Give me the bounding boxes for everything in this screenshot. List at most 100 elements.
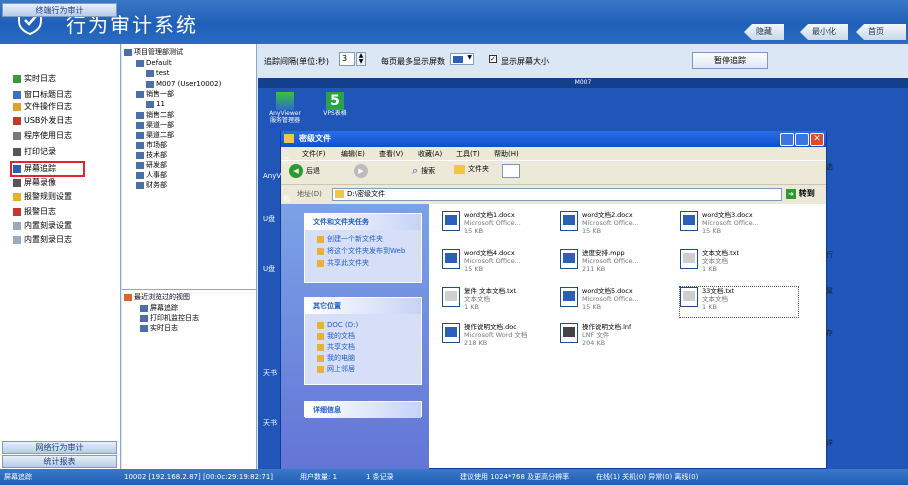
file-type: Microsoft Office... [582, 257, 639, 265]
nav-item[interactable]: 内置刻录日志 [13, 234, 72, 246]
interval-input[interactable]: 3 [339, 52, 355, 66]
minimize-button[interactable]: 最小化 [800, 24, 848, 40]
nav-item[interactable]: 报警规则设置 [13, 191, 72, 203]
places-title[interactable]: 其它位置 [305, 298, 421, 314]
place-item[interactable]: DOC (D:) [305, 321, 421, 330]
place-item[interactable]: 共享文档 [305, 343, 421, 352]
interval-stepper[interactable]: ▲ ▼ [356, 52, 366, 66]
viewer-side-label: 天书 [263, 419, 277, 427]
place-item[interactable]: 网上邻居 [305, 365, 421, 374]
views-button[interactable] [502, 164, 520, 178]
nav-item[interactable]: 屏幕追踪 [13, 163, 56, 175]
file-size: 1 KB [464, 303, 479, 311]
file-size: 218 KB [464, 339, 488, 347]
tree-node[interactable]: 人事部 [136, 171, 167, 179]
menu-item[interactable]: 收藏(A) [418, 149, 442, 159]
file-item[interactable]: 文本文档.txt 文本文档 1 KB [680, 249, 798, 279]
place-item[interactable]: 我的文档 [305, 332, 421, 341]
nav-item[interactable]: 文件操作日志 [13, 101, 72, 113]
menu-item[interactable]: 工具(T) [456, 149, 480, 159]
file-item[interactable]: word文档4.docx Microsoft Office... 15 KB [442, 249, 560, 279]
nav-footer-statistics[interactable]: 统计报表 [2, 455, 117, 468]
window-minimize-button[interactable] [780, 133, 794, 146]
place-item[interactable]: 我的电脑 [305, 354, 421, 363]
place-item-label: 网上邻居 [327, 365, 355, 373]
address-input[interactable]: D:\密级文件 [332, 188, 782, 201]
task-icon [317, 260, 324, 267]
home-button[interactable]: 首页 [856, 24, 906, 40]
window-close-button[interactable]: ✕ [810, 133, 824, 146]
tree-node[interactable]: test [146, 69, 169, 77]
tree-node[interactable]: 销售一部 [136, 90, 174, 98]
desktop-icon-anyviewer[interactable]: AnyViewer服务管理器 [268, 92, 302, 124]
window-maximize-button[interactable] [795, 133, 809, 146]
menu-item[interactable]: 查看(V) [379, 149, 403, 159]
task-item-label: 将这个文件夹发布到Web [327, 247, 406, 255]
recent-views-root[interactable]: 最近浏览过的视图 [124, 293, 190, 301]
go-button[interactable]: ➜ 转到 [786, 187, 822, 201]
menu-item[interactable]: 帮助(H) [494, 149, 519, 159]
hide-button[interactable]: 隐藏 [744, 24, 784, 40]
tree-node[interactable]: 渠道二部 [136, 131, 174, 139]
nav-footer-network-audit[interactable]: 网络行为审计 [2, 441, 117, 454]
viewer-side-label: 选 [826, 163, 833, 171]
folders-button[interactable]: 文件夹 [454, 164, 489, 174]
task-item[interactable]: 共享此文件夹 [305, 259, 421, 268]
forward-button[interactable]: ▶ [354, 164, 368, 178]
nav-item[interactable]: 窗口标题日志 [13, 89, 72, 101]
tree-node[interactable]: 销售二部 [136, 111, 174, 119]
recent-item-printer[interactable]: 打印机监控日志 [140, 314, 199, 322]
nav-item[interactable]: 实时日志 [13, 73, 56, 85]
file-item[interactable]: word文档5.docx Microsoft Office... 15 KB [560, 287, 678, 317]
nav-item[interactable]: 打印记录 [13, 146, 56, 158]
view-icon [140, 324, 148, 332]
recent-item-screen[interactable]: 屏幕追踪 [140, 304, 178, 312]
recent-item-realtime[interactable]: 实时日志 [140, 324, 178, 332]
back-button[interactable]: ◀ 后退 [289, 164, 320, 178]
tree-node[interactable]: 市场部 [136, 141, 167, 149]
search-icon: ⌕ [412, 164, 419, 177]
pause-tracking-button[interactable]: 暂停追踪 [692, 52, 768, 69]
search-button[interactable]: ⌕ 搜索 [412, 164, 435, 178]
file-item[interactable]: word文档3.docx Microsoft Office... 15 KB [680, 211, 798, 241]
nav-item[interactable]: USB外发日志 [13, 115, 72, 127]
file-size: 211 KB [582, 265, 606, 273]
group-icon [136, 131, 144, 139]
tree-node[interactable]: 11 [146, 100, 165, 108]
task-item[interactable]: 创建一个新文件夹 [305, 235, 421, 244]
task-item[interactable]: 将这个文件夹发布到Web [305, 247, 421, 256]
nav-item[interactable]: 报警日志 [13, 206, 56, 218]
tree-node[interactable]: M007 (User10002) [146, 80, 221, 88]
nav-section-title[interactable]: 终端行为审计 [2, 3, 117, 17]
file-item[interactable]: 操作说明文档.doc Microsoft Word 文档 218 KB [442, 323, 560, 353]
tree-node[interactable]: 研发部 [136, 161, 167, 169]
file-item[interactable]: 33文档.txt 文本文档 1 KB [679, 286, 799, 318]
nav-item[interactable]: 屏幕录像 [13, 177, 56, 189]
menu-item[interactable]: 编辑(E) [341, 149, 365, 159]
nav-item-label: USB外发日志 [24, 116, 73, 125]
tasks-title[interactable]: 文件和文件夹任务 [305, 214, 421, 230]
file-item[interactable]: 操作说明文档.lnf LNF 文件 204 KB [560, 323, 678, 353]
nav-item[interactable]: 程序使用日志 [13, 130, 72, 142]
file-item[interactable]: 复件 文本文档.txt 文本文档 1 KB [442, 287, 560, 317]
tree-node-label: 财务部 [146, 181, 167, 189]
menu-item[interactable]: 文件(F) [302, 149, 326, 159]
nav-item-label: 报警日志 [24, 207, 56, 216]
recent-title: 最近浏览过的视图 [134, 293, 190, 301]
tree-node[interactable]: 渠道一部 [136, 121, 174, 129]
screens-select[interactable]: ▼ [450, 53, 474, 65]
tree-node[interactable]: 技术部 [136, 151, 167, 159]
nav-item[interactable]: 内置刻录设置 [13, 220, 72, 232]
nav-item-label: 窗口标题日志 [24, 90, 72, 99]
file-item[interactable]: 进度安排.mpp Microsoft Office... 211 KB [560, 249, 678, 279]
tree-root[interactable]: 项目管理部测试 [124, 48, 183, 56]
file-item[interactable]: word文档1.docx Microsoft Office... 15 KB [442, 211, 560, 241]
file-item[interactable]: word文档2.docx Microsoft Office... 15 KB [560, 211, 678, 241]
file-info: 操作说明文档.lnf LNF 文件 204 KB [582, 323, 631, 353]
details-title[interactable]: 详细信息 [305, 402, 421, 418]
show-size-checkbox[interactable]: ✓ [489, 55, 497, 63]
places-panel: 其它位置 DOC (D:) 我的文档共享文档我的电脑网上邻居 [304, 297, 422, 385]
tree-node[interactable]: 财务部 [136, 181, 167, 189]
tree-node[interactable]: Default [136, 59, 172, 67]
desktop-icon-vps[interactable]: 5 VPS表格 [318, 92, 352, 117]
